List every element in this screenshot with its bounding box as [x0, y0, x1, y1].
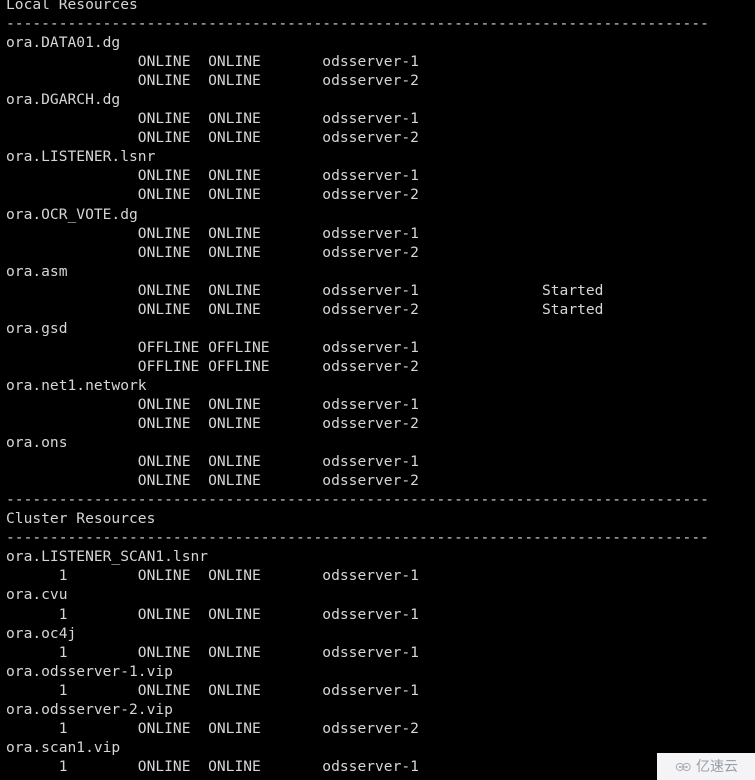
separator-line: ----------------------------------------… [6, 15, 709, 33]
resource-name: ora.odsserver-1.vip [6, 662, 173, 680]
resource-instance-row: 1 ONLINE ONLINE odsserver-1 [6, 681, 419, 699]
cloud-icon [675, 762, 691, 771]
resource-name: ora.LISTENER_SCAN1.lsnr [6, 548, 209, 566]
resource-instance-row: ONLINE ONLINE odsserver-2 [6, 186, 419, 204]
terminal-screen-text: Local Resources -------------------------… [6, 0, 709, 776]
resource-instance-row: 1 ONLINE ONLINE odsserver-2 [6, 719, 419, 737]
separator-line: ----------------------------------------… [6, 529, 709, 547]
resource-instance-row: 1 ONLINE ONLINE odsserver-1 [6, 605, 419, 623]
resource-instance-row: ONLINE ONLINE odsserver-1 [6, 110, 419, 128]
resource-instance-row: ONLINE ONLINE odsserver-2 [6, 415, 419, 433]
resource-instance-row: ONLINE ONLINE odsserver-2 [6, 243, 419, 261]
resource-instance-row: OFFLINE OFFLINE odsserver-2 [6, 357, 419, 375]
watermark-text: 亿速云 [696, 758, 738, 775]
resource-name: ora.ons [6, 434, 68, 452]
resource-instance-row: OFFLINE OFFLINE odsserver-1 [6, 338, 419, 356]
resource-instance-row: ONLINE ONLINE odsserver-1 [6, 53, 419, 71]
resource-name: ora.OCR_VOTE.dg [6, 205, 138, 223]
resource-instance-row: 1 ONLINE ONLINE odsserver-1 [6, 757, 419, 775]
resource-name: ora.gsd [6, 319, 68, 337]
section-title: Cluster Resources [6, 510, 156, 528]
resource-name: ora.oc4j [6, 624, 77, 642]
resource-instance-row: 1 ONLINE ONLINE odsserver-1 [6, 643, 419, 661]
terminal-window: Local Resources -------------------------… [0, 0, 755, 780]
watermark-badge: 亿速云 [657, 753, 755, 780]
section-title: Local Resources [6, 0, 138, 13]
resource-instance-row: ONLINE ONLINE odsserver-2 [6, 472, 419, 490]
resource-instance-row: ONLINE ONLINE odsserver-2 Started [6, 300, 604, 318]
resource-name: ora.asm [6, 262, 68, 280]
resource-name: ora.odsserver-2.vip [6, 700, 173, 718]
resource-name: ora.LISTENER.lsnr [6, 148, 156, 166]
resource-instance-row: ONLINE ONLINE odsserver-1 Started [6, 281, 604, 299]
resource-instance-row: ONLINE ONLINE odsserver-2 [6, 129, 419, 147]
separator-line: ----------------------------------------… [6, 491, 709, 509]
resource-instance-row: ONLINE ONLINE odsserver-1 [6, 224, 419, 242]
resource-instance-row: ONLINE ONLINE odsserver-2 [6, 72, 419, 90]
resource-name: ora.DATA01.dg [6, 34, 121, 52]
resource-instance-row: ONLINE ONLINE odsserver-1 [6, 453, 419, 471]
resource-name: ora.DGARCH.dg [6, 91, 121, 109]
resource-name: ora.scan1.vip [6, 738, 121, 756]
resource-name: ora.cvu [6, 586, 68, 604]
resource-instance-row: 1 ONLINE ONLINE odsserver-1 [6, 567, 419, 585]
resource-name: ora.net1.network [6, 376, 147, 394]
resource-instance-row: ONLINE ONLINE odsserver-1 [6, 167, 419, 185]
resource-instance-row: ONLINE ONLINE odsserver-1 [6, 395, 419, 413]
